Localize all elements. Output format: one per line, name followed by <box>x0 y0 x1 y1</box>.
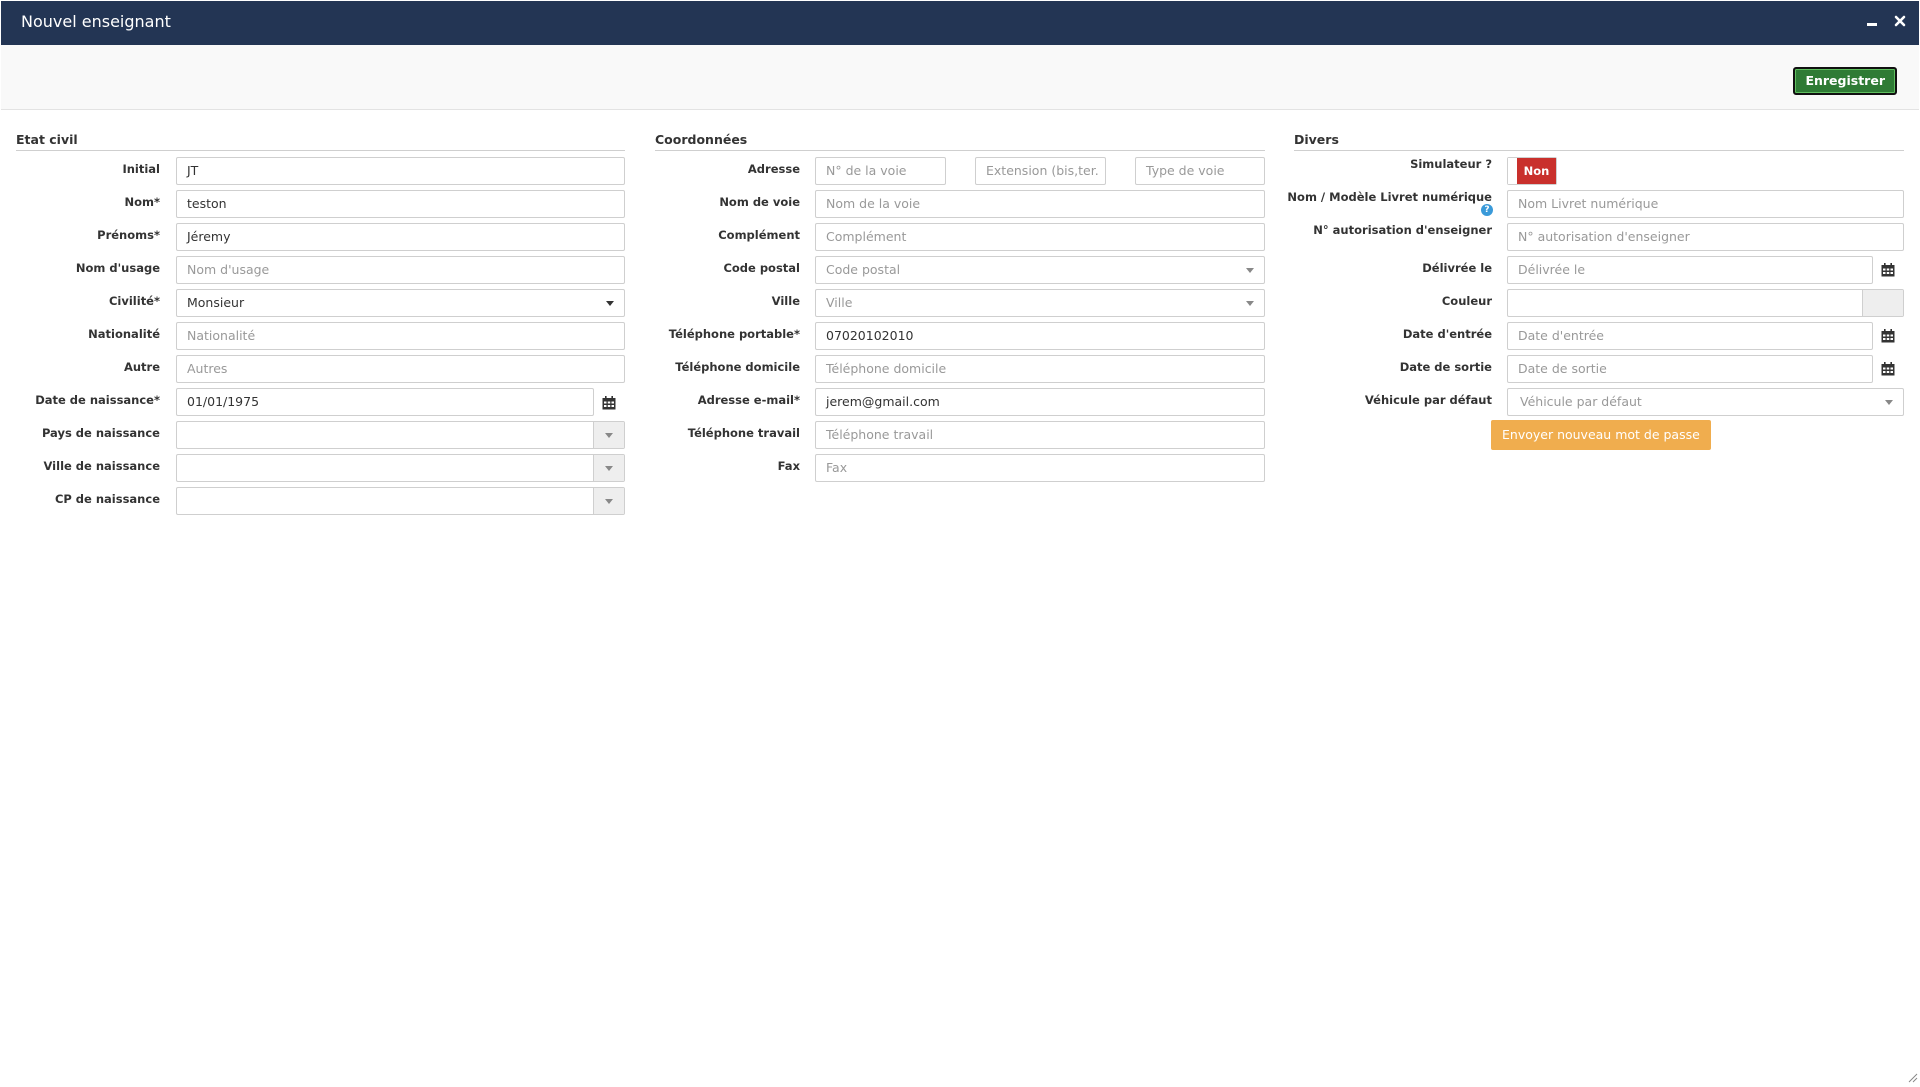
chevron-down-icon <box>605 499 613 504</box>
extension-input[interactable]: Extension (bis,ter. <box>975 157 1106 185</box>
vehicule-placeholder: Véhicule par défaut <box>1520 394 1642 409</box>
dropdown-button[interactable] <box>593 455 624 481</box>
label-nom-voie: Nom de voie <box>719 195 800 209</box>
ville-select[interactable]: Ville <box>815 289 1265 317</box>
date-sortie-input[interactable]: Date de sortie <box>1507 355 1873 383</box>
code-postal-placeholder: Code postal <box>826 262 901 277</box>
vehicule-select[interactable]: Véhicule par défaut <box>1507 388 1904 416</box>
label-nationalite: Nationalité <box>88 327 160 341</box>
section-title-divers: Divers <box>1294 132 1904 151</box>
nom-voie-input[interactable]: Nom de la voie <box>815 190 1265 218</box>
calendar-icon[interactable] <box>1881 328 1895 343</box>
label-autorisation: N° autorisation d'enseigner <box>1313 223 1492 237</box>
ville-naissance-select[interactable] <box>176 454 625 482</box>
nationalite-input[interactable]: Nationalité <box>176 322 625 350</box>
label-couleur: Couleur <box>1441 294 1492 308</box>
tel-travail-input[interactable]: Téléphone travail <box>815 421 1265 449</box>
chevron-down-icon <box>605 433 613 438</box>
label-adresse: Adresse <box>747 162 800 176</box>
autre-input[interactable]: Autres <box>176 355 625 383</box>
label-pays-naissance: Pays de naissance <box>41 426 160 440</box>
label-ville: Ville <box>771 294 800 308</box>
save-button[interactable]: Enregistrer <box>1793 67 1897 95</box>
resize-grip-icon[interactable] <box>1908 1068 1918 1083</box>
dropdown-button[interactable] <box>593 488 624 514</box>
label-email: Adresse e-mail* <box>697 393 800 407</box>
date-naissance-input[interactable]: 01/01/1975 <box>176 388 594 416</box>
send-new-password-button[interactable]: Envoyer nouveau mot de passe <box>1491 420 1711 450</box>
toolbar: Enregistrer <box>1 45 1919 110</box>
civilite-select[interactable]: Monsieur <box>176 289 625 317</box>
label-livret: Nom / Modèle Livret numérique <box>1287 190 1492 204</box>
delivree-input[interactable]: Délivrée le <box>1507 256 1873 284</box>
nom-usage-input[interactable]: Nom d'usage <box>176 256 625 284</box>
label-civilite: Civilité* <box>108 294 160 308</box>
email-input[interactable]: jerem@gmail.com <box>815 388 1265 416</box>
section-title-coordonnees: Coordonnées <box>655 132 1265 151</box>
label-simulateur: Simulateur ? <box>1410 157 1492 171</box>
label-date-entree: Date d'entrée <box>1402 327 1492 341</box>
label-tel-portable: Téléphone portable* <box>668 327 800 341</box>
autorisation-input[interactable]: N° autorisation d'enseigner <box>1507 223 1904 251</box>
calendar-icon[interactable] <box>1881 361 1895 376</box>
window-title: Nouvel enseignant <box>21 12 171 31</box>
ville-placeholder: Ville <box>826 295 853 310</box>
chevron-down-icon <box>1885 400 1893 405</box>
label-tel-domicile: Téléphone domicile <box>675 360 800 374</box>
initial-input[interactable]: JT <box>176 157 625 185</box>
dropdown-button[interactable] <box>593 422 624 448</box>
chevron-down-icon <box>605 466 613 471</box>
label-ville-naissance: Ville de naissance <box>43 459 160 473</box>
window-titlebar: Nouvel enseignant <box>1 1 1919 45</box>
cp-naissance-select[interactable] <box>176 487 625 515</box>
label-prenoms: Prénoms* <box>97 228 160 242</box>
tel-portable-input[interactable]: 07020102010 <box>815 322 1265 350</box>
label-delivree: Délivrée le <box>1422 261 1492 275</box>
tel-domicile-input[interactable]: Téléphone domicile <box>815 355 1265 383</box>
section-title-etat-civil: Etat civil <box>16 132 625 151</box>
label-date-naissance: Date de naissance* <box>35 393 160 407</box>
complement-input[interactable]: Complément <box>815 223 1265 251</box>
calendar-icon[interactable] <box>1881 262 1895 277</box>
close-icon[interactable] <box>1889 11 1911 33</box>
minimize-icon[interactable] <box>1861 11 1883 33</box>
nom-input[interactable]: teston <box>176 190 625 218</box>
calendar-icon[interactable] <box>602 395 616 410</box>
fax-input[interactable]: Fax <box>815 454 1265 482</box>
label-initial: Initial <box>122 162 160 176</box>
prenoms-input[interactable]: Jéremy <box>176 223 625 251</box>
label-nom-usage: Nom d'usage <box>75 261 160 275</box>
couleur-picker[interactable] <box>1507 289 1904 317</box>
label-cp-naissance: CP de naissance <box>54 492 160 506</box>
simulateur-value: Non <box>1517 158 1556 184</box>
label-nom: Nom* <box>124 195 160 209</box>
label-date-sortie: Date de sortie <box>1399 360 1492 374</box>
help-icon[interactable]: ? <box>1481 204 1493 216</box>
civilite-value: Monsieur <box>187 295 245 310</box>
livret-input[interactable]: Nom Livret numérique <box>1507 190 1904 218</box>
numero-voie-input[interactable]: N° de la voie <box>815 157 946 185</box>
label-tel-travail: Téléphone travail <box>687 426 800 440</box>
label-code-postal: Code postal <box>723 261 800 275</box>
label-fax: Fax <box>777 459 800 473</box>
pays-naissance-select[interactable] <box>176 421 625 449</box>
color-swatch-button[interactable] <box>1862 290 1903 316</box>
simulateur-toggle[interactable]: Non <box>1507 157 1557 185</box>
code-postal-select[interactable]: Code postal <box>815 256 1265 284</box>
chevron-down-icon <box>606 301 614 306</box>
label-complement: Complément <box>718 228 800 242</box>
label-vehicule: Véhicule par défaut <box>1364 393 1492 407</box>
label-autre: Autre <box>123 360 160 374</box>
date-entree-input[interactable]: Date d'entrée <box>1507 322 1873 350</box>
